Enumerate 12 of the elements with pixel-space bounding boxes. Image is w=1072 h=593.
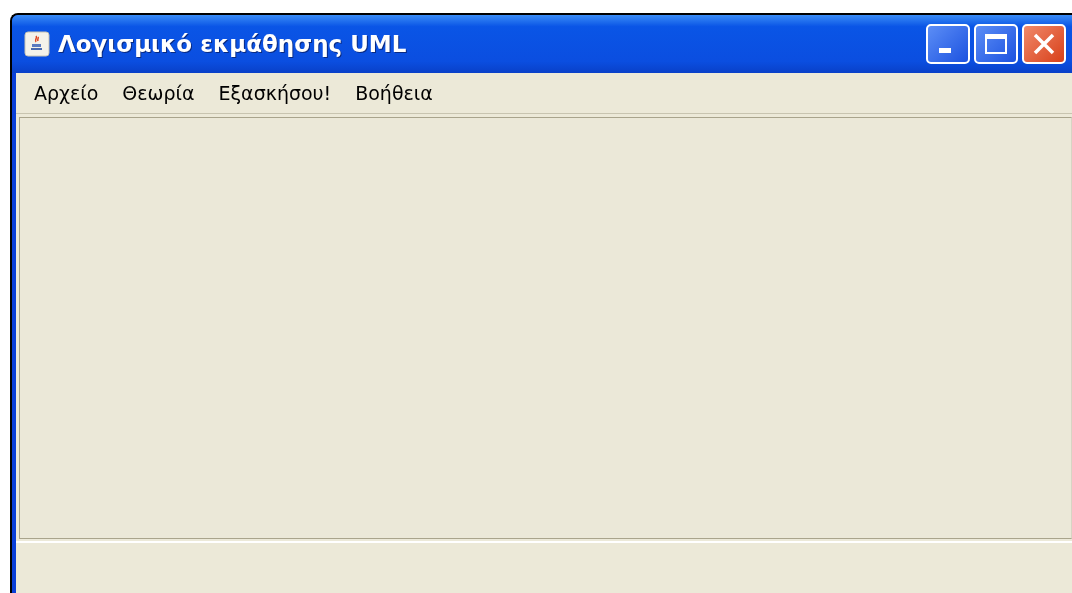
menu-item[interactable]: Βοήθεια	[345, 80, 443, 106]
menu-item[interactable]: Εξασκήσου!	[208, 80, 342, 106]
minimize-icon	[939, 47, 951, 53]
menu-item[interactable]: Αρχείο	[24, 80, 109, 106]
window-title: Λογισμικό εκμάθησης UML	[58, 31, 408, 57]
close-icon	[1032, 32, 1056, 56]
minimize-button[interactable]	[926, 24, 970, 64]
menu-item[interactable]: Θεωρία	[112, 80, 205, 106]
maximize-icon	[984, 33, 1008, 55]
close-button[interactable]	[1022, 24, 1066, 64]
maximize-button[interactable]	[974, 24, 1018, 64]
coffee-cup-icon	[24, 31, 50, 57]
